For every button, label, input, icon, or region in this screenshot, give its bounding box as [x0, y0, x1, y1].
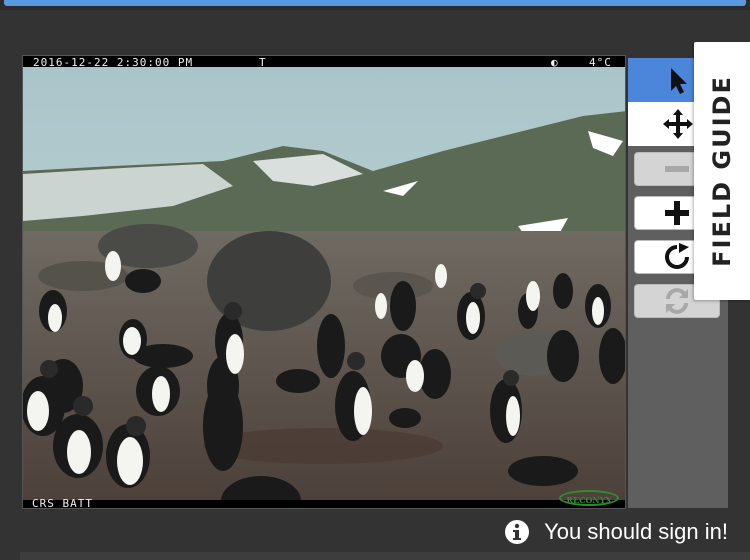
half-moon-icon: ◐ [551, 56, 559, 69]
move-arrows-icon [663, 109, 693, 139]
reconyx-logo: RECONYX [559, 490, 619, 506]
pointer-arrow-icon [671, 68, 687, 94]
t-marker: T [259, 56, 267, 69]
field-guide-label: FIELD GUIDE [708, 75, 736, 267]
bottom-strip [20, 552, 750, 560]
temperature-readout: 4°C [589, 56, 612, 69]
info-circle-icon [505, 520, 530, 544]
date-stamp: 2016-12-22 2:30:00 PM [33, 56, 194, 69]
sign-in-notice[interactable]: You should sign in! [504, 516, 728, 548]
top-accent-bar[interactable] [4, 0, 746, 6]
site-label: CRS BATT [32, 497, 93, 509]
minus-icon [665, 166, 689, 172]
subject-image[interactable]: 2016-12-22 2:30:00 PM T ◐ 4°C CRS BATT R… [22, 55, 626, 509]
plus-icon [665, 201, 689, 225]
reset-refresh-icon [666, 288, 688, 314]
rotate-clockwise-icon [665, 243, 689, 269]
top-bar [0, 0, 750, 10]
field-guide-tab[interactable]: FIELD GUIDE [694, 42, 750, 300]
penguin-colony-photo [23, 56, 625, 508]
sign-in-text: You should sign in! [544, 519, 728, 544]
